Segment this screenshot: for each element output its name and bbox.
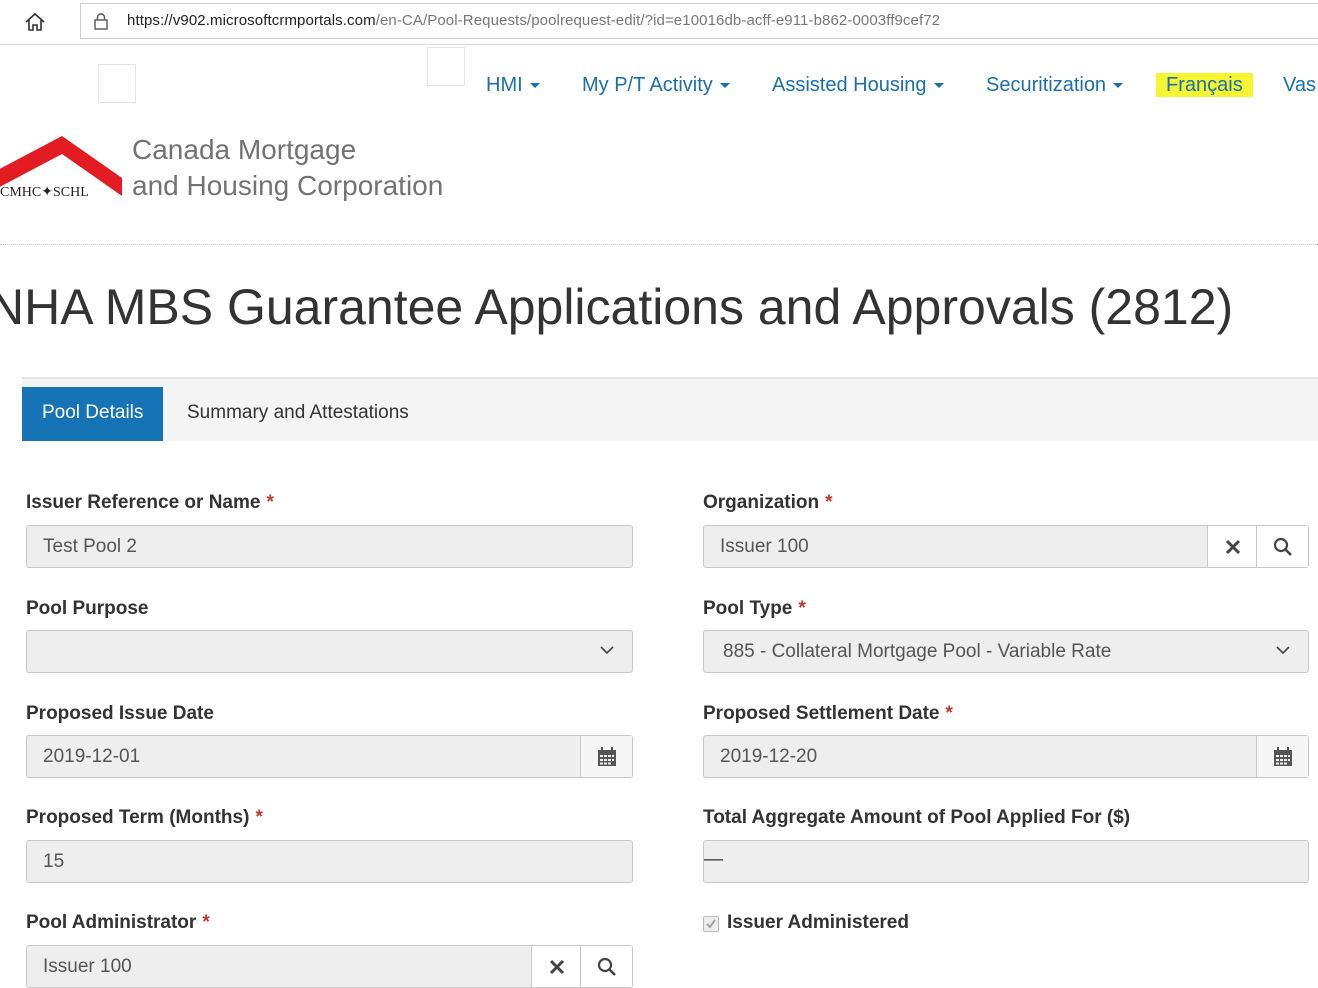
- organization-name: Canada Mortgage and Housing Corporation: [132, 134, 444, 201]
- pool-administrator-input[interactable]: Issuer 100: [26, 945, 633, 988]
- chevron-down-icon: [1276, 646, 1290, 655]
- organization-input[interactable]: Issuer 100: [703, 525, 1309, 568]
- home-icon[interactable]: [20, 9, 50, 35]
- pool-administrator-label: Pool Administrator *: [26, 912, 210, 933]
- calendar-icon: [1273, 746, 1292, 766]
- issue-date-input[interactable]: 2019-12-01: [26, 735, 633, 778]
- page-title: NHA MBS Guarantee Applications and Appro…: [0, 279, 1234, 335]
- tab-pool-details[interactable]: Pool Details: [22, 387, 164, 441]
- nav-item-my-pt-activity[interactable]: My P/T Activity: [582, 74, 730, 97]
- close-icon: [549, 959, 564, 974]
- organization-label: Organization *: [703, 492, 833, 513]
- aggregate-amount-input[interactable]: —: [703, 840, 1309, 883]
- issuer-administered-checkbox[interactable]: [703, 916, 719, 932]
- url-text: https://v902.microsoftcrmportals.com/en-…: [127, 12, 941, 29]
- lookup-button[interactable]: [1256, 526, 1308, 567]
- header-divider: [0, 244, 1318, 245]
- pool-purpose-select[interactable]: [26, 630, 633, 673]
- pool-purpose-label: Pool Purpose: [26, 598, 149, 619]
- nav-item-hmi[interactable]: HMI: [486, 74, 540, 97]
- settlement-date-input[interactable]: 2019-12-20: [703, 735, 1309, 778]
- issuer-reference-label: Issuer Reference or Name *: [26, 492, 274, 513]
- issue-date-label: Proposed Issue Date: [26, 703, 214, 724]
- svg-text:CMHC✦SCHL: CMHC✦SCHL: [0, 185, 89, 200]
- settlement-date-label: Proposed Settlement Date *: [703, 703, 953, 724]
- language-link[interactable]: Français: [1156, 73, 1253, 97]
- caret-down-icon: [719, 83, 730, 89]
- proposed-term-input[interactable]: 15: [26, 840, 633, 883]
- calendar-button[interactable]: [1256, 736, 1308, 777]
- calendar-icon: [597, 746, 616, 766]
- cmhc-logo[interactable]: CMHC✦SCHL: [0, 132, 125, 204]
- tab-summary-attestations[interactable]: Summary and Attestations: [167, 387, 429, 441]
- clear-button[interactable]: [531, 946, 581, 987]
- main-nav: HMI My P/T Activity Assisted Housing Sec…: [0, 73, 1318, 100]
- lock-icon: [93, 12, 109, 30]
- issuer-administered-label: Issuer Administered: [727, 912, 909, 933]
- caret-down-icon: [1113, 83, 1124, 89]
- caret-down-icon: [933, 83, 944, 89]
- checkmark-icon: [706, 919, 716, 929]
- nav-item-vas[interactable]: Vas: [1283, 74, 1316, 97]
- nav-item-securitization[interactable]: Securitization: [986, 74, 1124, 97]
- url-field[interactable]: https://v902.microsoftcrmportals.com/en-…: [80, 3, 1318, 39]
- browser-address-bar: https://v902.microsoftcrmportals.com/en-…: [0, 0, 1318, 45]
- tab-bar: Pool Details Summary and Attestations: [22, 377, 1318, 441]
- caret-down-icon: [529, 83, 540, 89]
- clear-button[interactable]: [1207, 526, 1257, 567]
- close-icon: [1225, 539, 1240, 554]
- calendar-button[interactable]: [580, 736, 632, 777]
- pool-type-label: Pool Type *: [703, 598, 806, 619]
- chevron-down-icon: [600, 646, 614, 655]
- search-icon: [1273, 537, 1292, 556]
- issuer-reference-input[interactable]: Test Pool 2: [26, 525, 633, 568]
- pool-type-select[interactable]: 885 - Collateral Mortgage Pool - Variabl…: [703, 630, 1309, 673]
- search-icon: [597, 957, 616, 976]
- lookup-button[interactable]: [580, 946, 632, 987]
- proposed-term-label: Proposed Term (Months) *: [26, 807, 263, 828]
- nav-item-assisted-housing[interactable]: Assisted Housing: [772, 74, 944, 97]
- nav-item-francais[interactable]: Français: [1156, 73, 1253, 97]
- aggregate-amount-label: Total Aggregate Amount of Pool Applied F…: [703, 807, 1131, 828]
